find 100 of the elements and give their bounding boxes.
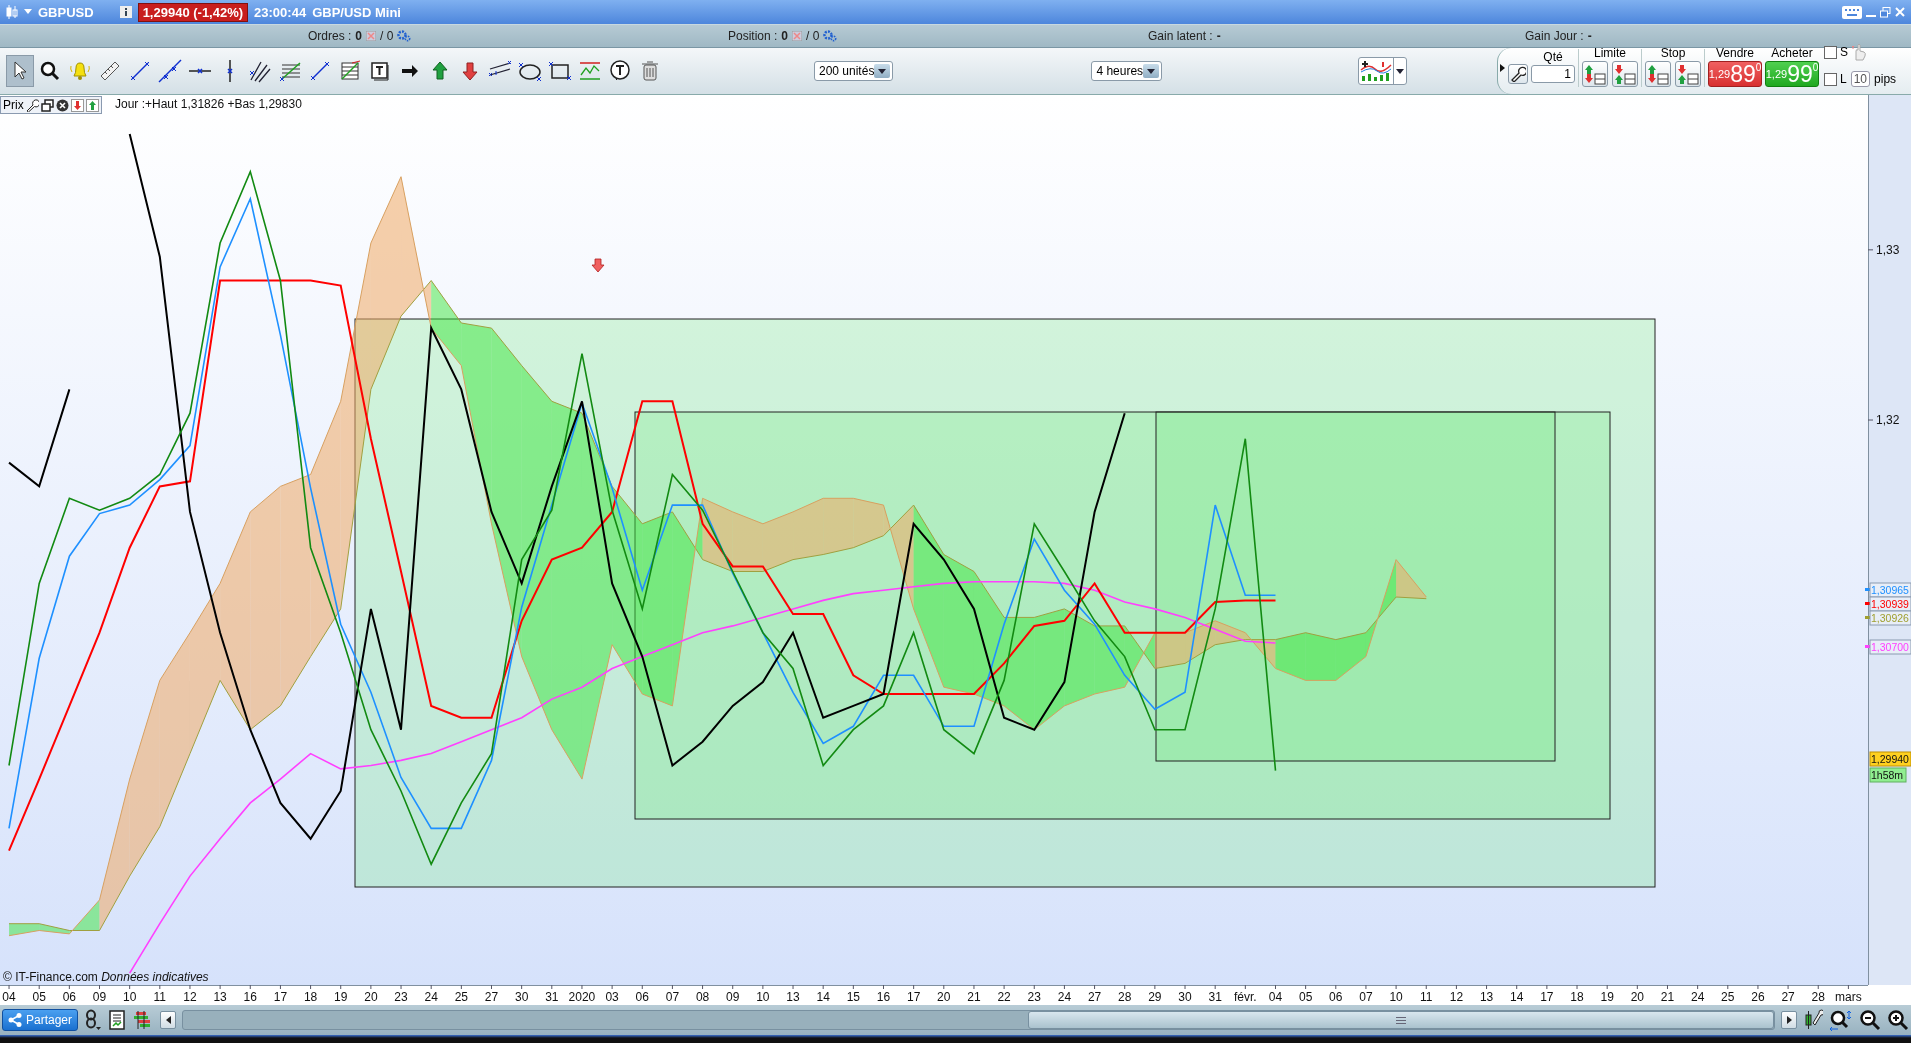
axis-label: 24 (424, 990, 438, 1004)
axis-label: 07 (665, 990, 680, 1004)
pips-label: pips (1874, 72, 1897, 86)
axis-label: 27 (484, 990, 499, 1004)
candlestick-icon[interactable] (6, 4, 18, 20)
axis-label: 25 (1721, 990, 1735, 1004)
settings-button[interactable] (1508, 64, 1528, 84)
speech-bubble-icon (608, 59, 632, 83)
axis-label: 30 (514, 990, 529, 1004)
caret-icon[interactable] (24, 9, 32, 15)
caret-icon (1147, 68, 1156, 74)
axis-label: 28 (1811, 990, 1825, 1004)
copyright-note: © IT-Finance.com Données indicatives (3, 970, 209, 984)
candle-settings-icon[interactable] (1803, 1009, 1823, 1031)
share-button[interactable]: Partager (2, 1009, 79, 1031)
indicator-chart-icon (1359, 60, 1394, 82)
axis-label: 29 (1148, 990, 1162, 1004)
fibonacci-grid-icon (338, 59, 362, 83)
axis-label: 20 (937, 990, 951, 1004)
keyboard-icon[interactable] (1842, 5, 1862, 19)
info-value: / 0 (806, 29, 820, 43)
info-label: Gain Jour : (1525, 29, 1584, 43)
stop-label: Stop (1660, 46, 1686, 60)
axis-label: 2020 (568, 990, 596, 1004)
quantity-field[interactable]: 1 (1531, 65, 1575, 83)
checkbox-label: L (1840, 72, 1847, 86)
axis-label: 06 (1329, 990, 1343, 1004)
price-info: Jour :+Haut 1,31826 +Bas 1,29830 (115, 96, 302, 112)
axis-label: 06 (62, 990, 77, 1004)
up-arrow-icon[interactable] (85, 98, 99, 112)
info-value: 0 (781, 29, 789, 43)
rectangle-icon (548, 59, 572, 83)
limit-button[interactable] (1582, 61, 1608, 87)
axis-label: 04 (1268, 990, 1283, 1004)
axis-label: 14 (816, 990, 830, 1004)
checkbox[interactable] (1824, 72, 1837, 86)
axis-label: 17 (1540, 990, 1554, 1004)
scrollbar-track[interactable] (182, 1010, 1775, 1030)
link-icon[interactable] (84, 1009, 103, 1031)
axis-label: 11 (1420, 990, 1433, 1004)
units-dropdown[interactable]: 200 unités (814, 61, 894, 81)
price-label: 1,29940 (1869, 751, 1911, 767)
instrument-name: GBP/USD Mini (312, 4, 401, 20)
horizontal-line-icon (188, 68, 212, 74)
info-value: - (1216, 29, 1221, 43)
pips-field[interactable]: 10 (1850, 71, 1871, 87)
axis-label: 26 (1751, 990, 1765, 1004)
axis-label: 21 (1660, 990, 1675, 1004)
axis-label: 24 (1690, 990, 1705, 1004)
scrollbar-thumb[interactable] (1028, 1011, 1774, 1029)
wrench-icon (1510, 66, 1526, 82)
axis-label: 19 (1600, 990, 1614, 1004)
indicator-button[interactable] (1358, 57, 1408, 85)
axis-label: 20 (364, 990, 378, 1004)
info-value: - (1587, 29, 1592, 43)
zoom-in-icon[interactable] (1887, 1009, 1909, 1031)
hand-pointer-icon[interactable] (1852, 43, 1866, 61)
axis-label: 06 (635, 990, 649, 1004)
axis-label: 16 (876, 990, 891, 1004)
down-arrow-icon[interactable] (70, 98, 84, 112)
restore-icon[interactable] (1880, 6, 1891, 18)
info-icon[interactable] (119, 6, 132, 18)
axis-label: 03 (605, 990, 619, 1004)
tool-button[interactable] (6, 55, 34, 87)
axis-label: 15 (846, 990, 860, 1004)
stop-button[interactable] (1675, 61, 1701, 87)
bell-icon (68, 59, 92, 83)
text-icon (368, 59, 392, 83)
info-label: Position : (728, 29, 778, 43)
price-badge: 1,29940 (-1,42%) (137, 2, 249, 22)
axis-label: 13 (1479, 990, 1494, 1004)
gear-icon[interactable] (397, 30, 412, 42)
price-label: 1,30965 (1869, 582, 1911, 598)
limit-button[interactable] (1612, 61, 1638, 87)
axis-label: 10 (756, 990, 770, 1004)
axis-label: 09 (726, 990, 740, 1004)
scroll-right-button[interactable] (1781, 1011, 1797, 1029)
axis-label: 30 (1178, 990, 1192, 1004)
order-arrows-icon (1677, 63, 1699, 85)
expand-arrow-icon[interactable] (1500, 63, 1505, 72)
zoom-out-icon[interactable] (1859, 1009, 1881, 1031)
windows-icon[interactable] (40, 98, 54, 112)
pitchfork-icon (248, 59, 272, 83)
axis-label: 10 (123, 990, 137, 1004)
report-icon[interactable] (108, 1010, 127, 1030)
axis-label: mars (1835, 990, 1862, 1004)
info-value: 0 (355, 29, 363, 43)
stop-button[interactable] (1645, 61, 1671, 87)
period-dropdown[interactable]: 4 heures (1091, 61, 1163, 81)
gear-icon[interactable] (823, 30, 838, 42)
axis-label: 21 (967, 990, 981, 1004)
grip-icon (1396, 1016, 1406, 1024)
scroll-left-button[interactable] (160, 1011, 177, 1029)
zoom-fit-icon[interactable] (1829, 1009, 1853, 1031)
order-arrows-icon (1647, 63, 1669, 85)
wrench-icon[interactable] (25, 98, 39, 112)
close-icon[interactable] (55, 98, 69, 112)
axis-label: 08 (695, 990, 710, 1004)
price-label: 1,30700 (1869, 639, 1911, 655)
caret-icon (1786, 1016, 1792, 1024)
